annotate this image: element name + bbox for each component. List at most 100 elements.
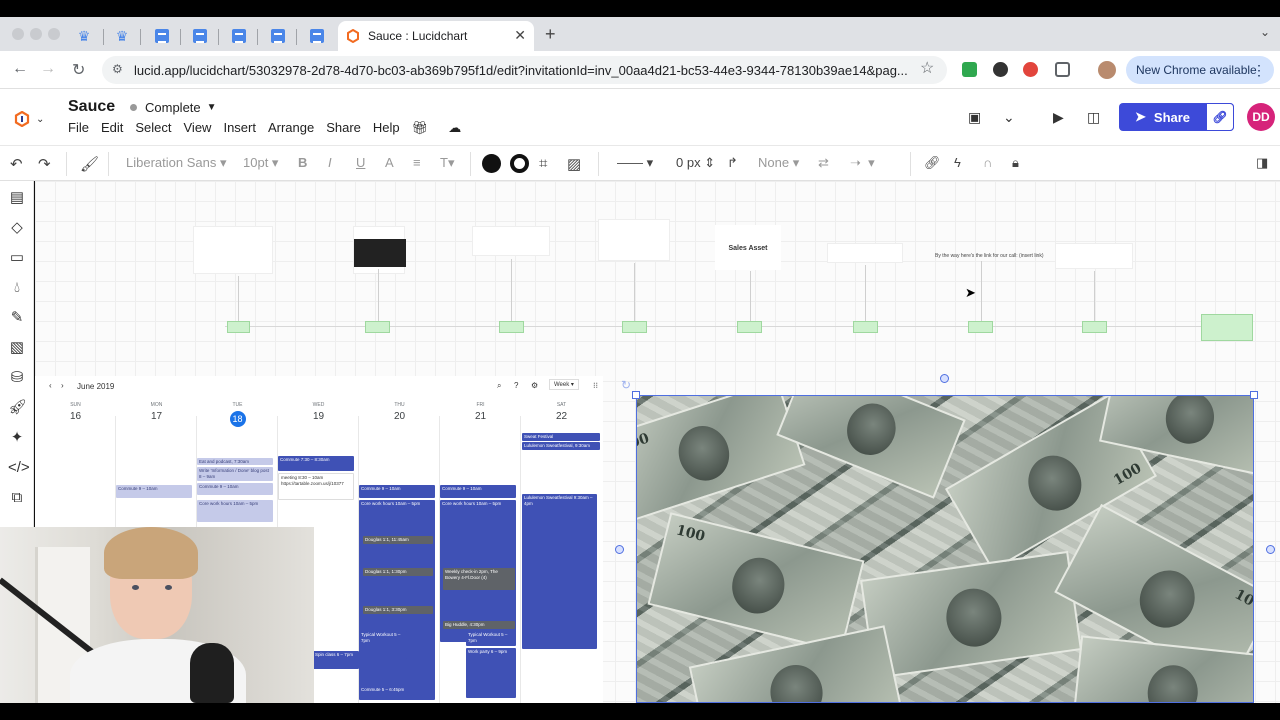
- resize-handle[interactable]: [1250, 391, 1258, 399]
- magnet-icon[interactable]: ∩: [983, 155, 992, 170]
- crop-icon[interactable]: ⌗: [539, 155, 547, 172]
- line-width-field[interactable]: 0 px ⇕: [676, 155, 715, 171]
- sales-asset-card[interactable]: Sales Asset: [715, 225, 781, 270]
- flow-step-box[interactable]: [968, 321, 993, 333]
- underline-icon[interactable]: U: [356, 155, 365, 170]
- pinned-tab[interactable]: [188, 21, 212, 51]
- pinned-tab[interactable]: ♛: [72, 21, 96, 51]
- flow-step-box[interactable]: [1082, 321, 1107, 333]
- profile-avatar[interactable]: [1098, 61, 1116, 79]
- image-icon[interactable]: ▧: [8, 339, 26, 357]
- bold-icon[interactable]: B: [298, 155, 307, 170]
- menu-file[interactable]: File: [68, 120, 89, 136]
- call-link-note[interactable]: By the way here's the link for our call:…: [935, 253, 1044, 259]
- redo-icon[interactable]: ↷: [38, 155, 51, 173]
- pinned-tab[interactable]: ♛: [110, 21, 134, 51]
- back-icon[interactable]: ←: [12, 60, 28, 78]
- text-options-icon[interactable]: T▾: [440, 155, 454, 171]
- document-status[interactable]: Complete ▼: [130, 100, 217, 115]
- line-style-select[interactable]: —— ▾: [617, 155, 653, 171]
- asset-thumbnail[interactable]: [472, 226, 550, 256]
- menu-view[interactable]: View: [184, 120, 212, 136]
- pinned-tab[interactable]: [227, 21, 251, 51]
- action-icon[interactable]: ϟ: [954, 155, 961, 170]
- document-title[interactable]: Sauce: [68, 98, 115, 116]
- pinned-tab[interactable]: [150, 21, 174, 51]
- maximize-window-button[interactable]: [48, 28, 60, 40]
- line-color-icon[interactable]: [510, 154, 529, 173]
- video-icon[interactable]: ◫: [1087, 109, 1100, 126]
- flow-step-box[interactable]: [499, 321, 524, 333]
- close-tab-icon[interactable]: ✕: [514, 27, 526, 44]
- copy-link-icon[interactable]: 🔗︎: [1206, 103, 1234, 131]
- magic-wand-icon[interactable]: ✎: [8, 309, 26, 327]
- extensions-puzzle-icon[interactable]: [1055, 62, 1070, 77]
- arrow-style-select[interactable]: None ▾: [758, 155, 799, 171]
- feedback-icon[interactable]: ▣: [968, 109, 981, 126]
- menu-edit[interactable]: Edit: [101, 120, 123, 136]
- code-icon[interactable]: </>: [8, 459, 30, 477]
- frame-icon[interactable]: ▭: [8, 249, 26, 267]
- fill-drop-icon[interactable]: 💧︎: [8, 279, 26, 297]
- menu-arrange[interactable]: Arrange: [268, 120, 314, 136]
- tab-lucidchart[interactable]: Sauce : Lucidchart ✕: [338, 21, 534, 51]
- present-icon[interactable]: ▶: [1053, 109, 1064, 126]
- font-size-select[interactable]: 10pt ▾: [243, 155, 278, 171]
- close-window-button[interactable]: [12, 28, 24, 40]
- asset-thumbnail[interactable]: [598, 219, 670, 261]
- flow-step-box[interactable]: [622, 321, 647, 333]
- forward-icon[interactable]: →: [40, 60, 56, 78]
- asset-thumbnail[interactable]: [353, 226, 406, 274]
- rotate-handle-icon[interactable]: ↻: [621, 378, 631, 392]
- extension-icon[interactable]: [993, 62, 1008, 77]
- site-settings-icon[interactable]: ⚙: [112, 62, 123, 76]
- asset-thumbnail[interactable]: [827, 243, 903, 263]
- flow-step-box[interactable]: [853, 321, 878, 333]
- link-icon[interactable]: 🔗︎: [924, 155, 941, 171]
- line-shape-icon[interactable]: ↱: [727, 155, 738, 171]
- flow-end-box[interactable]: [1201, 314, 1253, 341]
- user-avatar[interactable]: DD: [1247, 103, 1275, 131]
- rocket-icon[interactable]: 🚀︎: [8, 399, 27, 417]
- right-connection-point[interactable]: [1266, 545, 1275, 554]
- pinned-tab[interactable]: [305, 21, 329, 51]
- left-connection-point[interactable]: [615, 545, 624, 554]
- tab-search-chevron-icon[interactable]: ⌄: [1260, 25, 1270, 39]
- undo-icon[interactable]: ↶: [10, 155, 23, 173]
- flow-step-box[interactable]: [227, 321, 250, 333]
- minimize-window-button[interactable]: [30, 28, 42, 40]
- text-color-icon[interactable]: A: [385, 155, 394, 170]
- asset-thumbnail[interactable]: [193, 226, 273, 274]
- ai-sparkle-icon[interactable]: ✦: [8, 429, 26, 447]
- bookmark-star-icon[interactable]: ☆: [920, 58, 934, 78]
- more-menu-icon[interactable]: ⋮: [1252, 62, 1266, 79]
- chevron-down-icon[interactable]: ⌄: [1003, 109, 1015, 126]
- lock-icon[interactable]: 🔒︎: [1012, 155, 1019, 171]
- flow-step-box[interactable]: [737, 321, 762, 333]
- gift-icon[interactable]: 🎁︎: [412, 120, 429, 136]
- flow-step-box[interactable]: [365, 321, 390, 333]
- menu-share[interactable]: Share: [326, 120, 361, 136]
- address-bar[interactable]: ⚙ lucid.app/lucidchart/53032978-2d78-4d7…: [102, 56, 947, 84]
- resize-handle[interactable]: [632, 391, 640, 399]
- arrow-end-select[interactable]: ➝ ▾: [850, 155, 875, 171]
- data-icon[interactable]: ⛁: [8, 369, 26, 387]
- cloud-sync-icon[interactable]: ☁︎: [448, 120, 461, 136]
- menu-help[interactable]: Help: [373, 120, 400, 136]
- asset-thumbnail[interactable]: [1055, 243, 1133, 269]
- menu-insert[interactable]: Insert: [223, 120, 256, 136]
- image-effects-icon[interactable]: ▨: [567, 155, 581, 173]
- format-painter-icon[interactable]: 🖌︎: [80, 155, 99, 173]
- top-connection-point[interactable]: [940, 374, 949, 383]
- share-button[interactable]: ➤ Share 🔗︎: [1119, 103, 1234, 131]
- new-tab-icon[interactable]: +: [545, 24, 556, 45]
- adblock-icon[interactable]: [1023, 62, 1038, 77]
- font-family-select[interactable]: Liberation Sans ▾: [126, 155, 226, 171]
- lucid-menu-button[interactable]: ⌄: [14, 109, 48, 129]
- italic-icon[interactable]: I: [328, 155, 332, 170]
- reload-icon[interactable]: ↻: [72, 60, 85, 80]
- integrations-icon[interactable]: ⧉: [8, 489, 26, 507]
- pinned-tab[interactable]: [266, 21, 290, 51]
- pages-icon[interactable]: ▤: [8, 189, 26, 207]
- extension-icon[interactable]: [962, 62, 977, 77]
